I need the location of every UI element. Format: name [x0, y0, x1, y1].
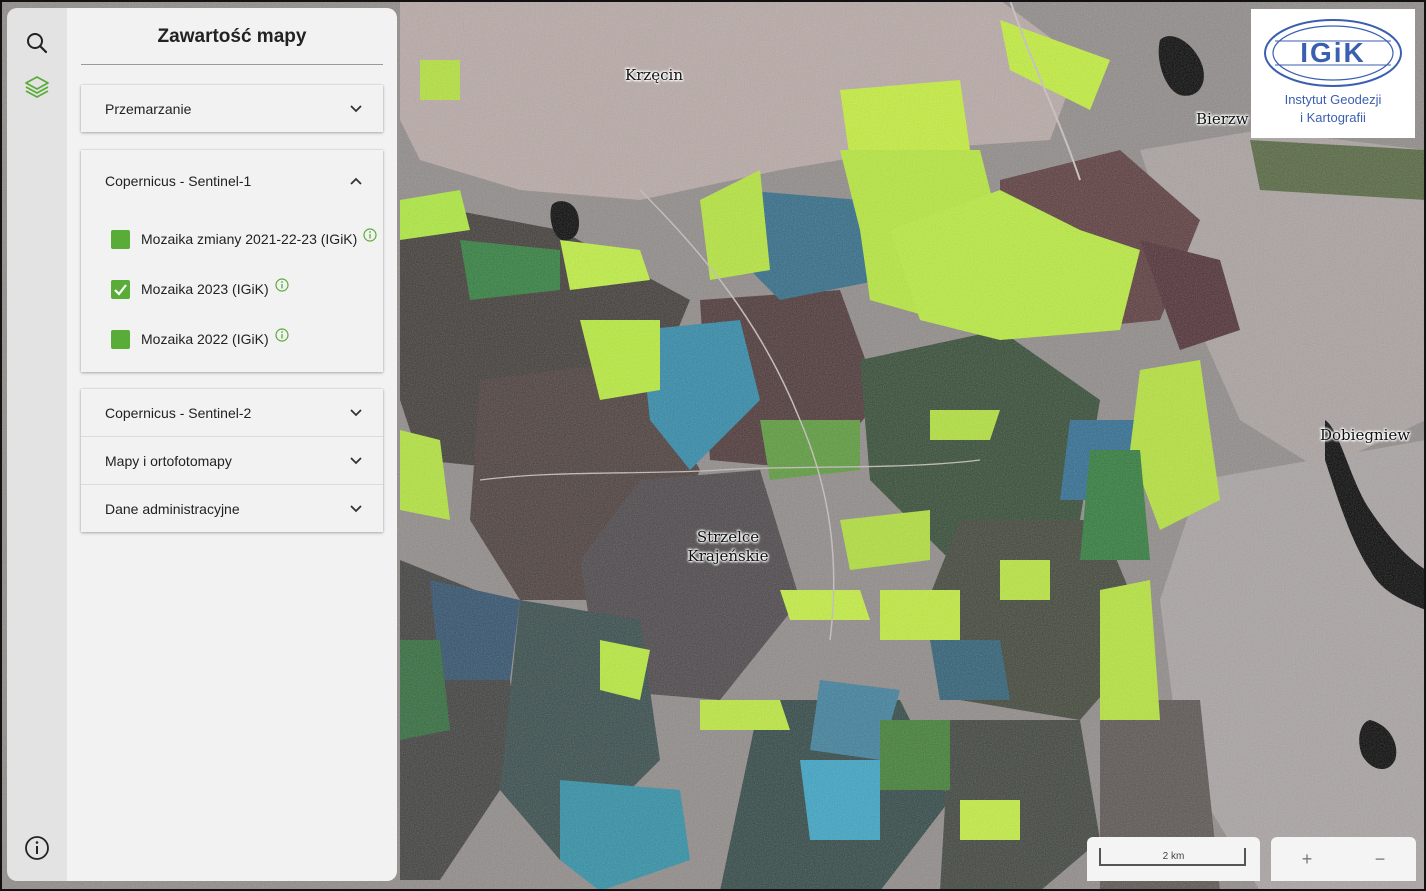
zoom-in-button[interactable]: +: [1271, 837, 1343, 881]
layer-label: Mozaika 2022 (IGiK): [141, 331, 269, 347]
section-header-sentinel-2[interactable]: Copernicus - Sentinel-2: [81, 389, 383, 436]
section-card-group: Copernicus - Sentinel-2 Mapy i ortofotom…: [81, 389, 383, 532]
search-icon[interactable]: [22, 28, 52, 58]
layer-label: Mozaika zmiany 2021-22-23 (IGiK): [141, 231, 358, 247]
chevron-down-icon: [350, 505, 362, 513]
panel-title: Zawartość mapy: [157, 26, 307, 47]
section-card-przemarzanie: Przemarzanie: [81, 85, 383, 132]
section-header-sentinel-1[interactable]: Copernicus - Sentinel-1: [81, 150, 383, 212]
section-label: Copernicus - Sentinel-1: [105, 173, 252, 189]
layer-item[interactable]: Mozaika 2022 (IGiK): [81, 314, 383, 364]
section-header-mapy-i-ortofotomapy[interactable]: Mapy i ortofotomapy: [81, 436, 383, 484]
place-label-line-2: Krajeńskie: [687, 547, 769, 565]
section-header-przemarzanie[interactable]: Przemarzanie: [81, 85, 383, 132]
place-label-dobiegniew: Dobiegniew: [1320, 426, 1411, 444]
info-icon[interactable]: [22, 833, 52, 863]
layer-label: Mozaika 2023 (IGiK): [141, 281, 269, 297]
section-label: Mapy i ortofotomapy: [105, 452, 232, 469]
logo-institute-name: Instytut Geodezji i Kartografii: [1251, 91, 1415, 127]
chevron-up-icon: [350, 177, 362, 185]
icon-rail: [7, 8, 67, 881]
layer-checkbox[interactable]: [111, 329, 130, 349]
layers-icon[interactable]: [22, 72, 52, 102]
layer-list: Mozaika zmiany 2021-22-23 (IGiK) Mozaika…: [81, 212, 383, 364]
layer-checkbox[interactable]: [111, 229, 130, 249]
section-card-sentinel-1: Copernicus - Sentinel-1 Mozaika zmiany 2…: [81, 150, 383, 372]
layer-item[interactable]: Mozaika zmiany 2021-22-23 (IGiK): [81, 214, 383, 264]
logo-acronym: IGiK: [1300, 37, 1366, 68]
section-label: Copernicus - Sentinel-2: [105, 404, 252, 421]
layer-checkbox-checked[interactable]: [111, 279, 130, 299]
section-label: Dane administracyjne: [105, 500, 240, 517]
layer-item[interactable]: Mozaika 2023 (IGiK): [81, 264, 383, 314]
info-icon[interactable]: [275, 278, 289, 292]
igik-logo: IGiK Instytut Geodezji i Kartografii: [1251, 9, 1415, 138]
place-label-krzecin: Krzęcin: [624, 66, 683, 84]
chevron-down-icon: [350, 105, 362, 113]
place-label-line-1: Strzelce: [696, 528, 760, 546]
zoom-control: + −: [1271, 837, 1416, 881]
section-header-dane-administracyjne[interactable]: Dane administracyjne: [81, 484, 383, 532]
zoom-out-button[interactable]: −: [1344, 837, 1416, 881]
checkmark-icon: [114, 283, 127, 296]
logo-line-2: i Kartografii: [1300, 110, 1366, 125]
chevron-down-icon: [350, 457, 362, 465]
scale-bar-control: 2 km: [1087, 837, 1260, 881]
info-icon[interactable]: [275, 328, 289, 342]
map-content-panel: Zawartość mapy Przemarzanie Copernicus -…: [67, 8, 397, 881]
place-label-strzelce-krajenskie: Strzelce Krajeńskie: [672, 528, 784, 566]
panel-divider: [81, 64, 383, 65]
chevron-down-icon: [350, 409, 362, 417]
scale-label: 2 km: [1162, 851, 1185, 862]
logo-line-1: Instytut Geodezji: [1284, 92, 1382, 107]
info-icon[interactable]: [363, 228, 377, 242]
section-label: Przemarzanie: [105, 100, 192, 117]
place-label-bierzw: Bierzw: [1196, 110, 1249, 128]
